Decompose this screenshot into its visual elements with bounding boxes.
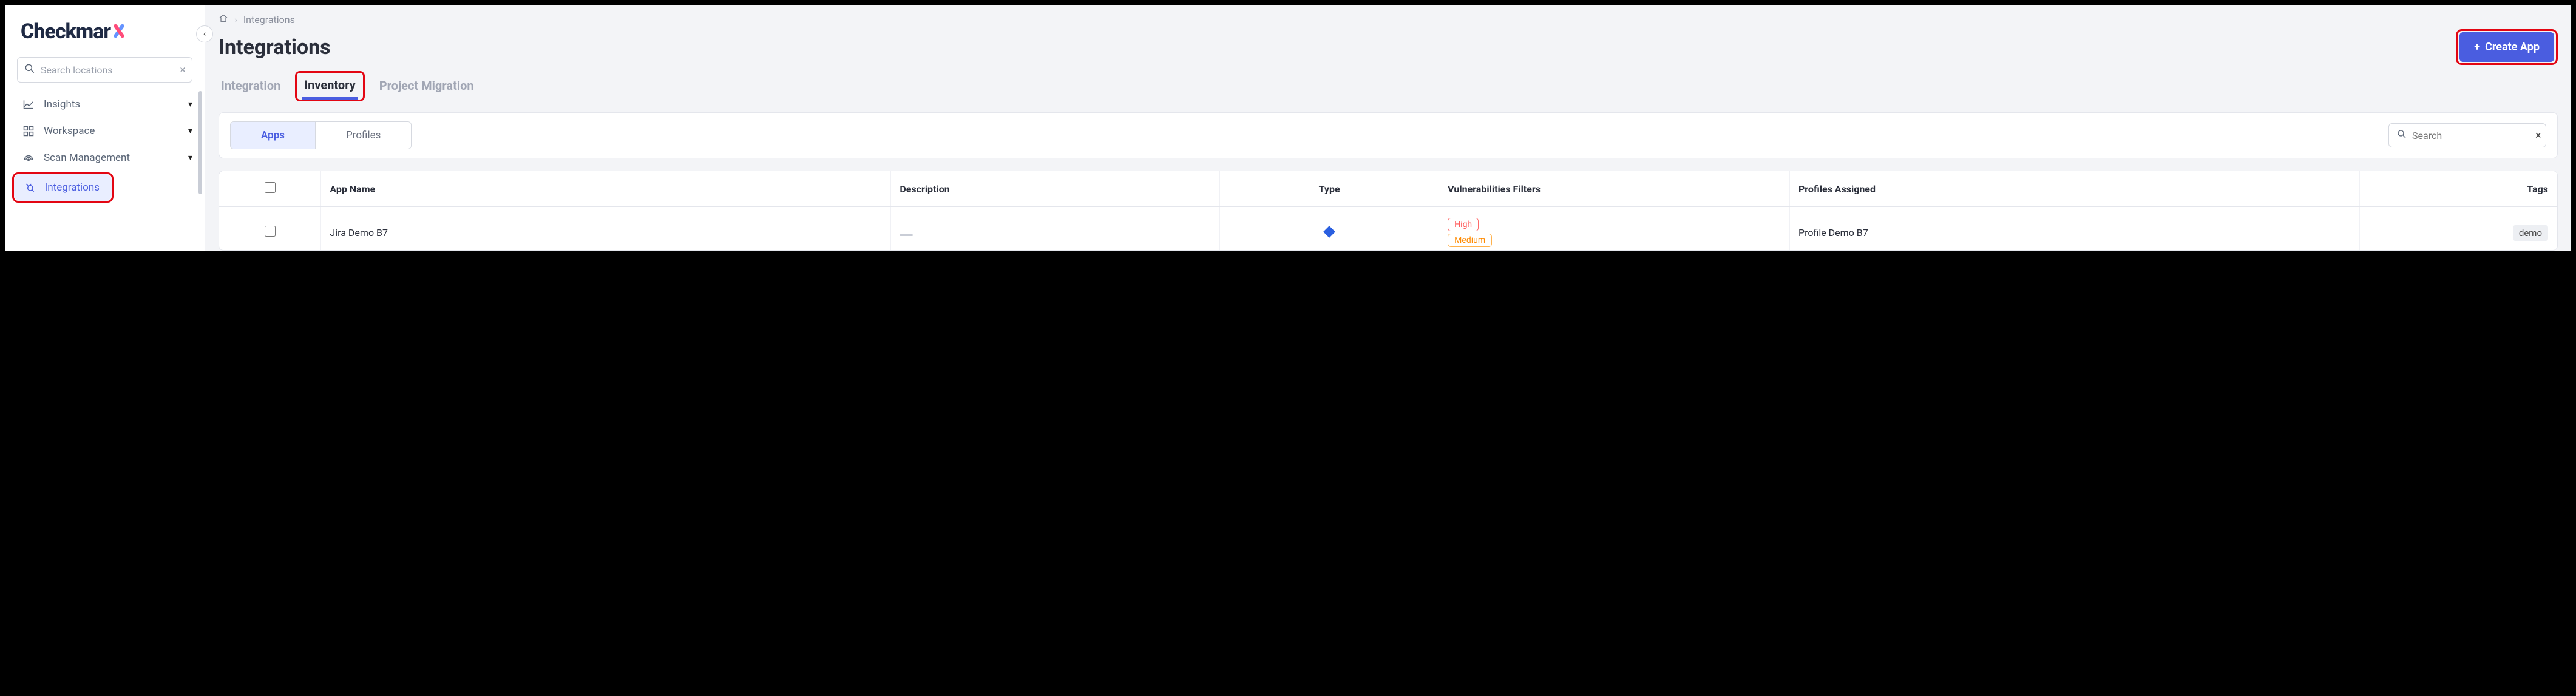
page-header: Integrations + Create App <box>219 29 2558 65</box>
sidebar-search[interactable]: × <box>17 57 192 83</box>
sidebar-item-label: Scan Management <box>44 152 130 164</box>
cell-tags: demo <box>2359 207 2557 251</box>
main-tabs: Integration Inventory Project Migration <box>219 71 2558 101</box>
app-frame: Checkmar ‹ × Insights ▾ <box>5 5 2571 251</box>
empty-dash-icon <box>900 234 913 236</box>
select-all-cell <box>219 171 321 207</box>
create-app-button[interactable]: + Create App <box>2459 32 2554 62</box>
clear-icon[interactable]: × <box>180 64 186 76</box>
table-header-row: App Name Description Type Vulnerabilitie… <box>219 171 2557 207</box>
sidebar-item-integrations[interactable]: Integrations <box>14 174 112 201</box>
brand-x-icon <box>112 20 127 38</box>
table-search-input[interactable] <box>2412 130 2535 141</box>
tab-integration[interactable]: Integration <box>219 75 283 98</box>
create-app-label: Create App <box>2485 41 2540 53</box>
subtab-profiles[interactable]: Profiles <box>315 122 411 149</box>
highlight-box-integrations: Integrations <box>12 172 114 203</box>
subtabs: Apps Profiles <box>230 121 412 149</box>
plug-icon <box>24 181 36 194</box>
chevron-down-icon: ▾ <box>188 100 192 109</box>
home-icon[interactable] <box>219 13 228 25</box>
row-checkbox[interactable] <box>265 226 276 237</box>
cell-app-name: Jira Demo B7 <box>321 207 891 251</box>
apps-table: App Name Description Type Vulnerabilitie… <box>219 171 2558 251</box>
search-icon <box>2396 129 2407 142</box>
select-all-checkbox[interactable] <box>265 182 276 193</box>
sub-panel: Apps Profiles × <box>219 112 2558 158</box>
breadcrumb-current[interactable]: Integrations <box>243 14 295 25</box>
scrollbar-thumb[interactable] <box>198 91 202 194</box>
breadcrumb-separator-icon: › <box>234 14 237 25</box>
page-title: Integrations <box>219 35 331 59</box>
sidebar-collapse-button[interactable]: ‹ <box>196 25 213 42</box>
col-tags[interactable]: Tags <box>2359 171 2557 207</box>
jira-type-icon <box>1323 226 1335 238</box>
main-content: › Integrations Integrations + Create App… <box>205 5 2571 251</box>
brand-name: Checkmar <box>21 19 110 44</box>
sidebar: Checkmar ‹ × Insights ▾ <box>5 5 205 251</box>
sidebar-item-label: Insights <box>44 98 80 110</box>
row-select-cell <box>219 207 321 251</box>
chart-line-icon <box>22 98 35 110</box>
breadcrumb: › Integrations <box>219 13 2558 25</box>
table-search[interactable]: × <box>2388 123 2546 147</box>
cell-type <box>1220 207 1439 251</box>
col-app-name[interactable]: App Name <box>321 171 891 207</box>
tab-project-migration[interactable]: Project Migration <box>377 75 476 98</box>
search-icon <box>24 63 36 77</box>
tag-chip: demo <box>2513 225 2548 241</box>
sidebar-item-label: Integrations <box>45 181 100 194</box>
clear-icon[interactable]: × <box>2535 129 2541 142</box>
plus-icon: + <box>2474 41 2480 53</box>
chevron-down-icon: ▾ <box>188 126 192 136</box>
cell-description <box>891 207 1220 251</box>
cell-vuln-filters: High Medium <box>1439 207 1790 251</box>
col-profiles[interactable]: Profiles Assigned <box>1789 171 2359 207</box>
table-row[interactable]: Jira Demo B7 High Medium Profile Demo B7 <box>219 207 2557 251</box>
grid-icon <box>22 125 35 137</box>
chevron-left-icon: ‹ <box>203 29 206 39</box>
col-type[interactable]: Type <box>1220 171 1439 207</box>
radar-icon <box>22 152 35 164</box>
vuln-pill-medium: Medium <box>1448 234 1492 247</box>
sidebar-nav: Insights ▾ Workspace ▾ Scan Management ▾ <box>5 91 205 203</box>
chevron-down-icon: ▾ <box>188 153 192 163</box>
sidebar-item-insights[interactable]: Insights ▾ <box>5 91 205 118</box>
sidebar-item-label: Workspace <box>44 125 95 137</box>
col-description[interactable]: Description <box>891 171 1220 207</box>
sidebar-item-scan-management[interactable]: Scan Management ▾ <box>5 144 205 171</box>
subtab-apps[interactable]: Apps <box>231 122 315 149</box>
col-vuln-filters[interactable]: Vulnerabilities Filters <box>1439 171 1790 207</box>
highlight-box-create-app: + Create App <box>2456 29 2558 65</box>
highlight-box-inventory-tab: Inventory <box>295 71 364 101</box>
sidebar-search-input[interactable] <box>41 64 180 76</box>
cell-profiles: Profile Demo B7 <box>1789 207 2359 251</box>
tab-inventory[interactable]: Inventory <box>302 74 358 100</box>
sidebar-item-workspace[interactable]: Workspace ▾ <box>5 118 205 144</box>
brand-logo: Checkmar <box>5 5 205 52</box>
vuln-pill-high: High <box>1448 218 1479 231</box>
